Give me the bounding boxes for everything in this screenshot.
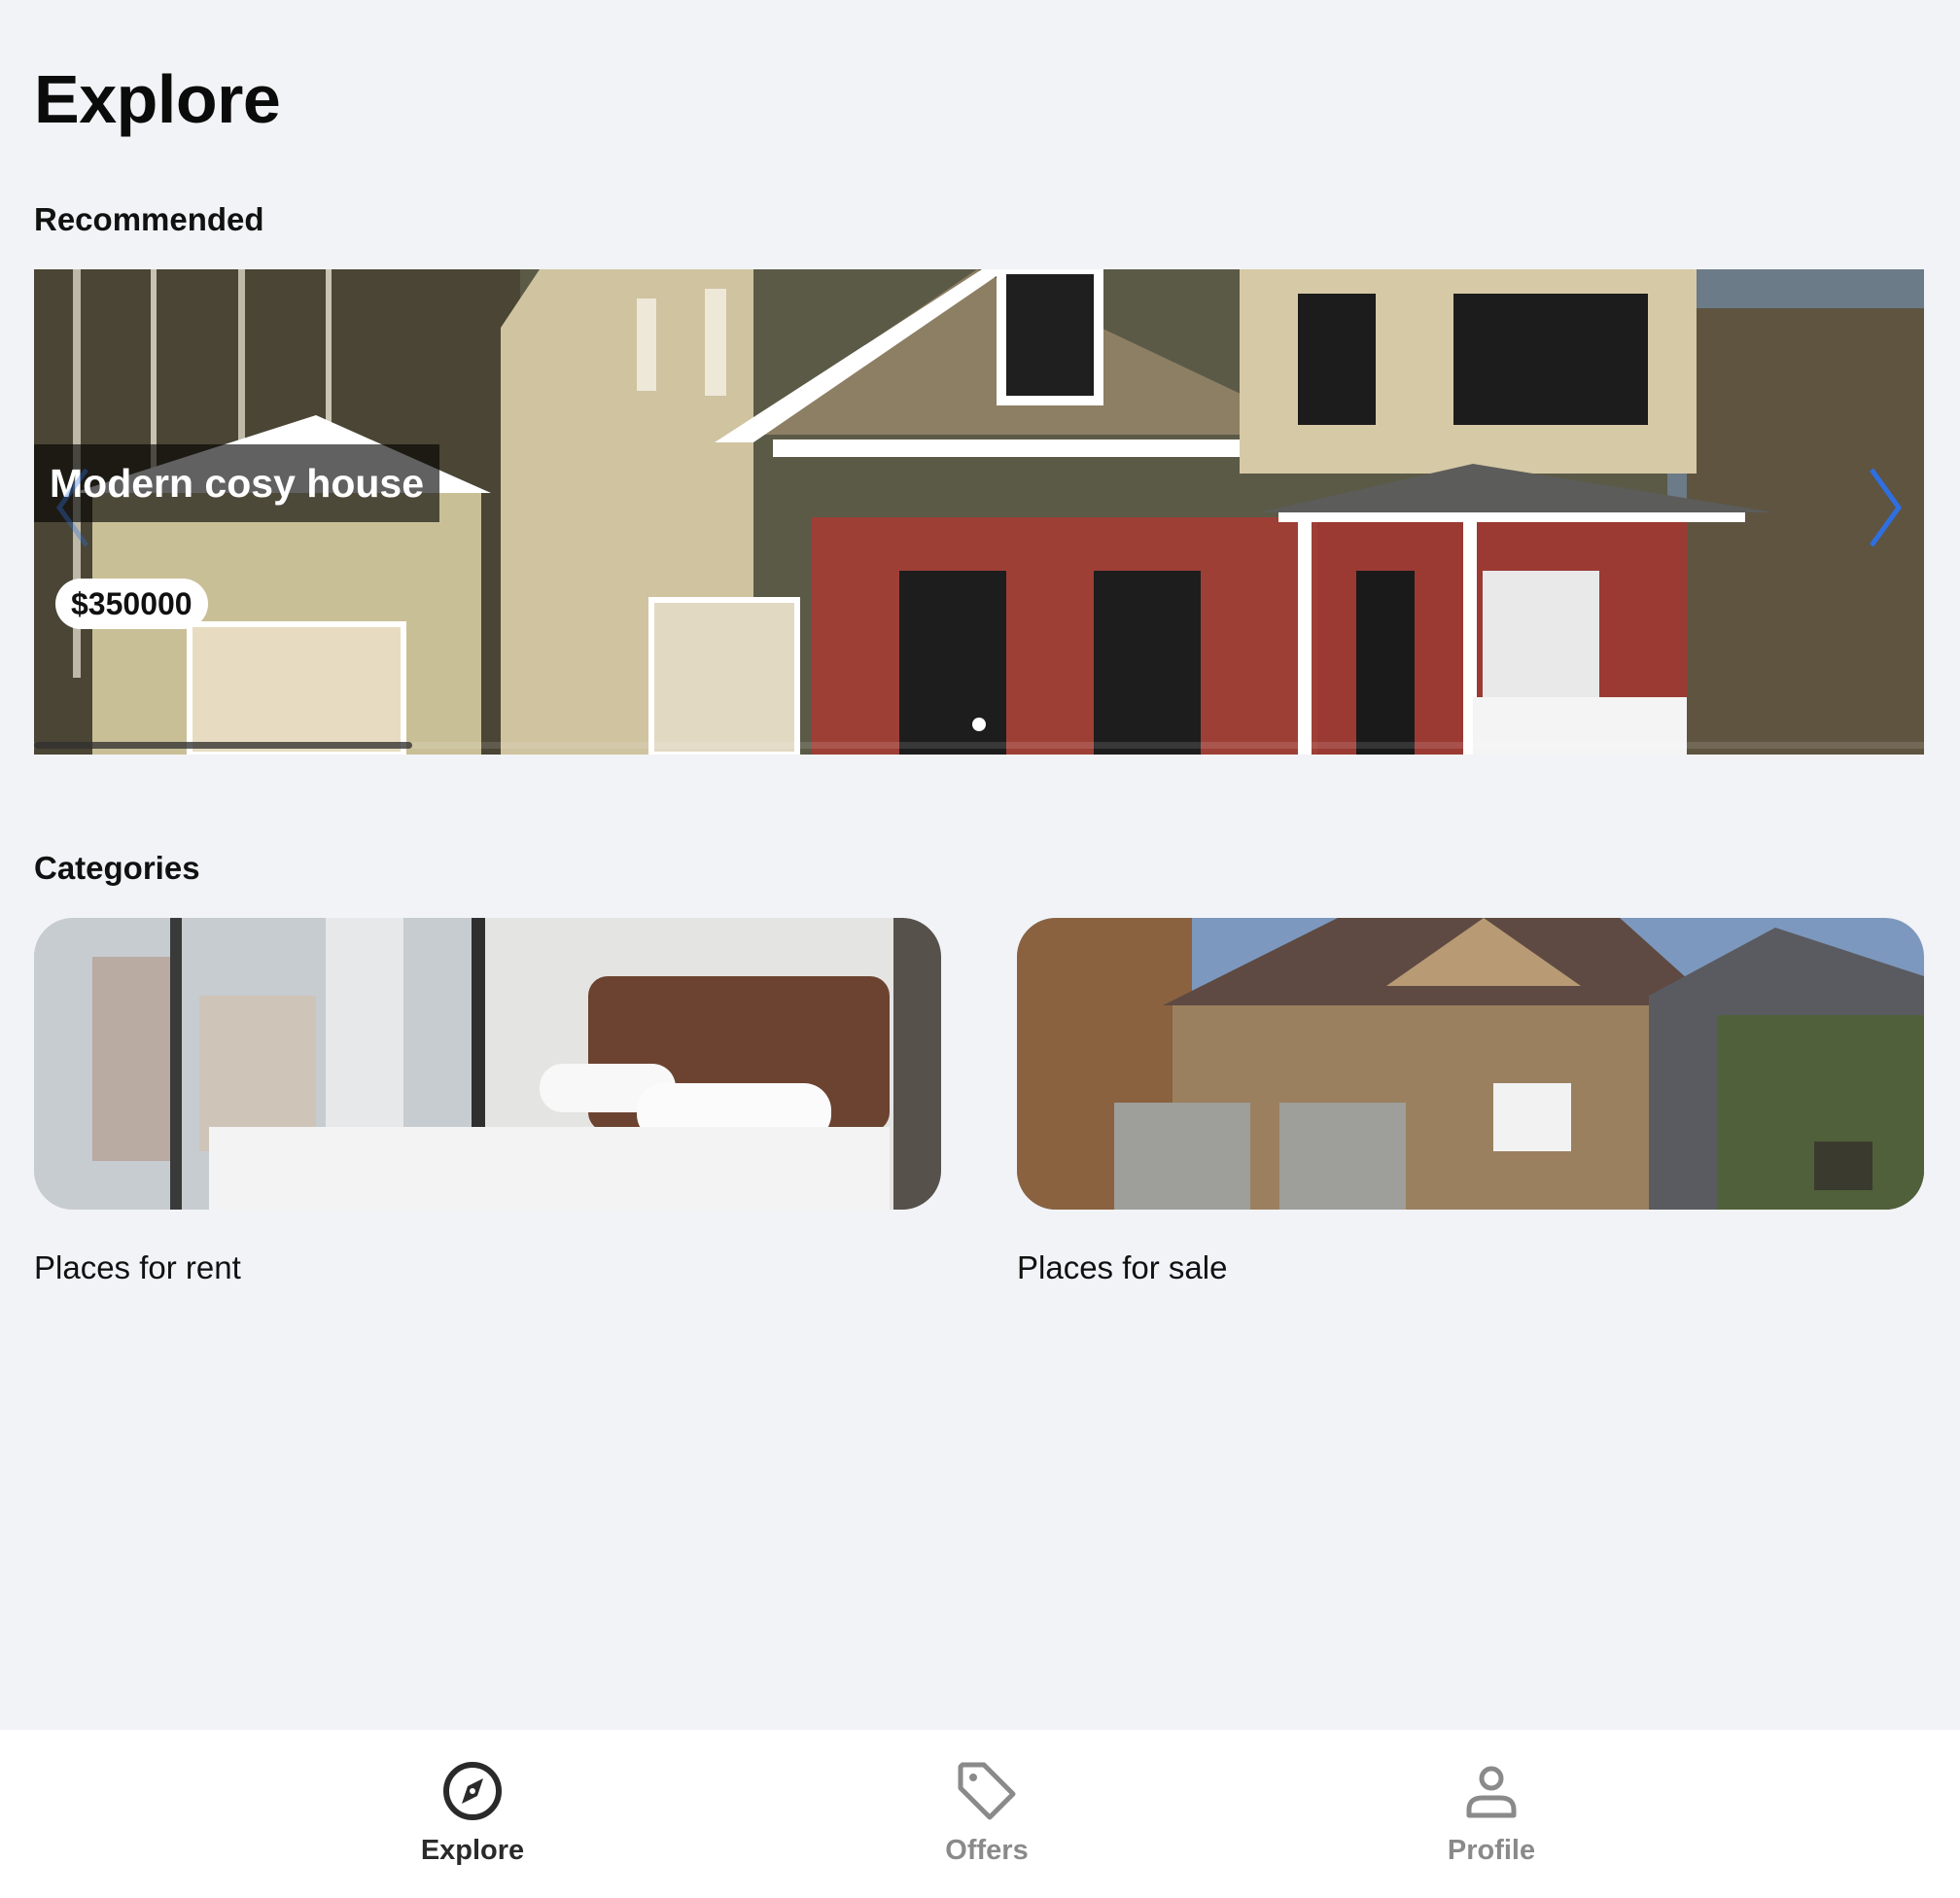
compass-icon — [443, 1762, 502, 1820]
carousel-scrollbar-thumb[interactable] — [34, 742, 412, 749]
nav-label-explore: Explore — [420, 1835, 525, 1866]
page-title: Explore — [34, 61, 281, 137]
chevron-right-icon — [1869, 468, 1903, 547]
bedroom-photo — [34, 918, 941, 1210]
nav-tab-offers[interactable]: Offers — [870, 1759, 1103, 1876]
nav-tab-profile[interactable]: Profile — [1375, 1759, 1608, 1876]
bottom-navigation: Explore Offers Profile — [0, 1730, 1960, 1898]
recommended-heading: Recommended — [34, 201, 264, 237]
nav-label-profile: Profile — [1447, 1835, 1536, 1866]
category-label-sale[interactable]: Places for sale — [1017, 1249, 1227, 1286]
tag-icon — [958, 1762, 1016, 1820]
category-label-rent[interactable]: Places for rent — [34, 1249, 241, 1286]
categories-heading: Categories — [34, 850, 200, 886]
nav-label-offers: Offers — [945, 1835, 1029, 1866]
carousel-prev-button[interactable] — [44, 464, 102, 551]
category-card-rent[interactable] — [34, 918, 941, 1210]
house-for-sale-photo — [1017, 918, 1924, 1210]
nav-tab-explore[interactable]: Explore — [356, 1759, 589, 1876]
carousel-next-button[interactable] — [1856, 464, 1914, 551]
recommended-carousel[interactable]: Modern cosy house $350000 — [34, 269, 1924, 755]
person-icon — [1466, 1766, 1517, 1818]
category-card-sale[interactable] — [1017, 918, 1924, 1210]
price-badge: $350000 — [55, 579, 208, 629]
carousel-pagination[interactable] — [34, 718, 1924, 731]
carousel-scrollbar[interactable] — [34, 742, 1924, 749]
chevron-left-icon — [55, 468, 89, 547]
pagination-dot-active[interactable] — [972, 718, 986, 731]
